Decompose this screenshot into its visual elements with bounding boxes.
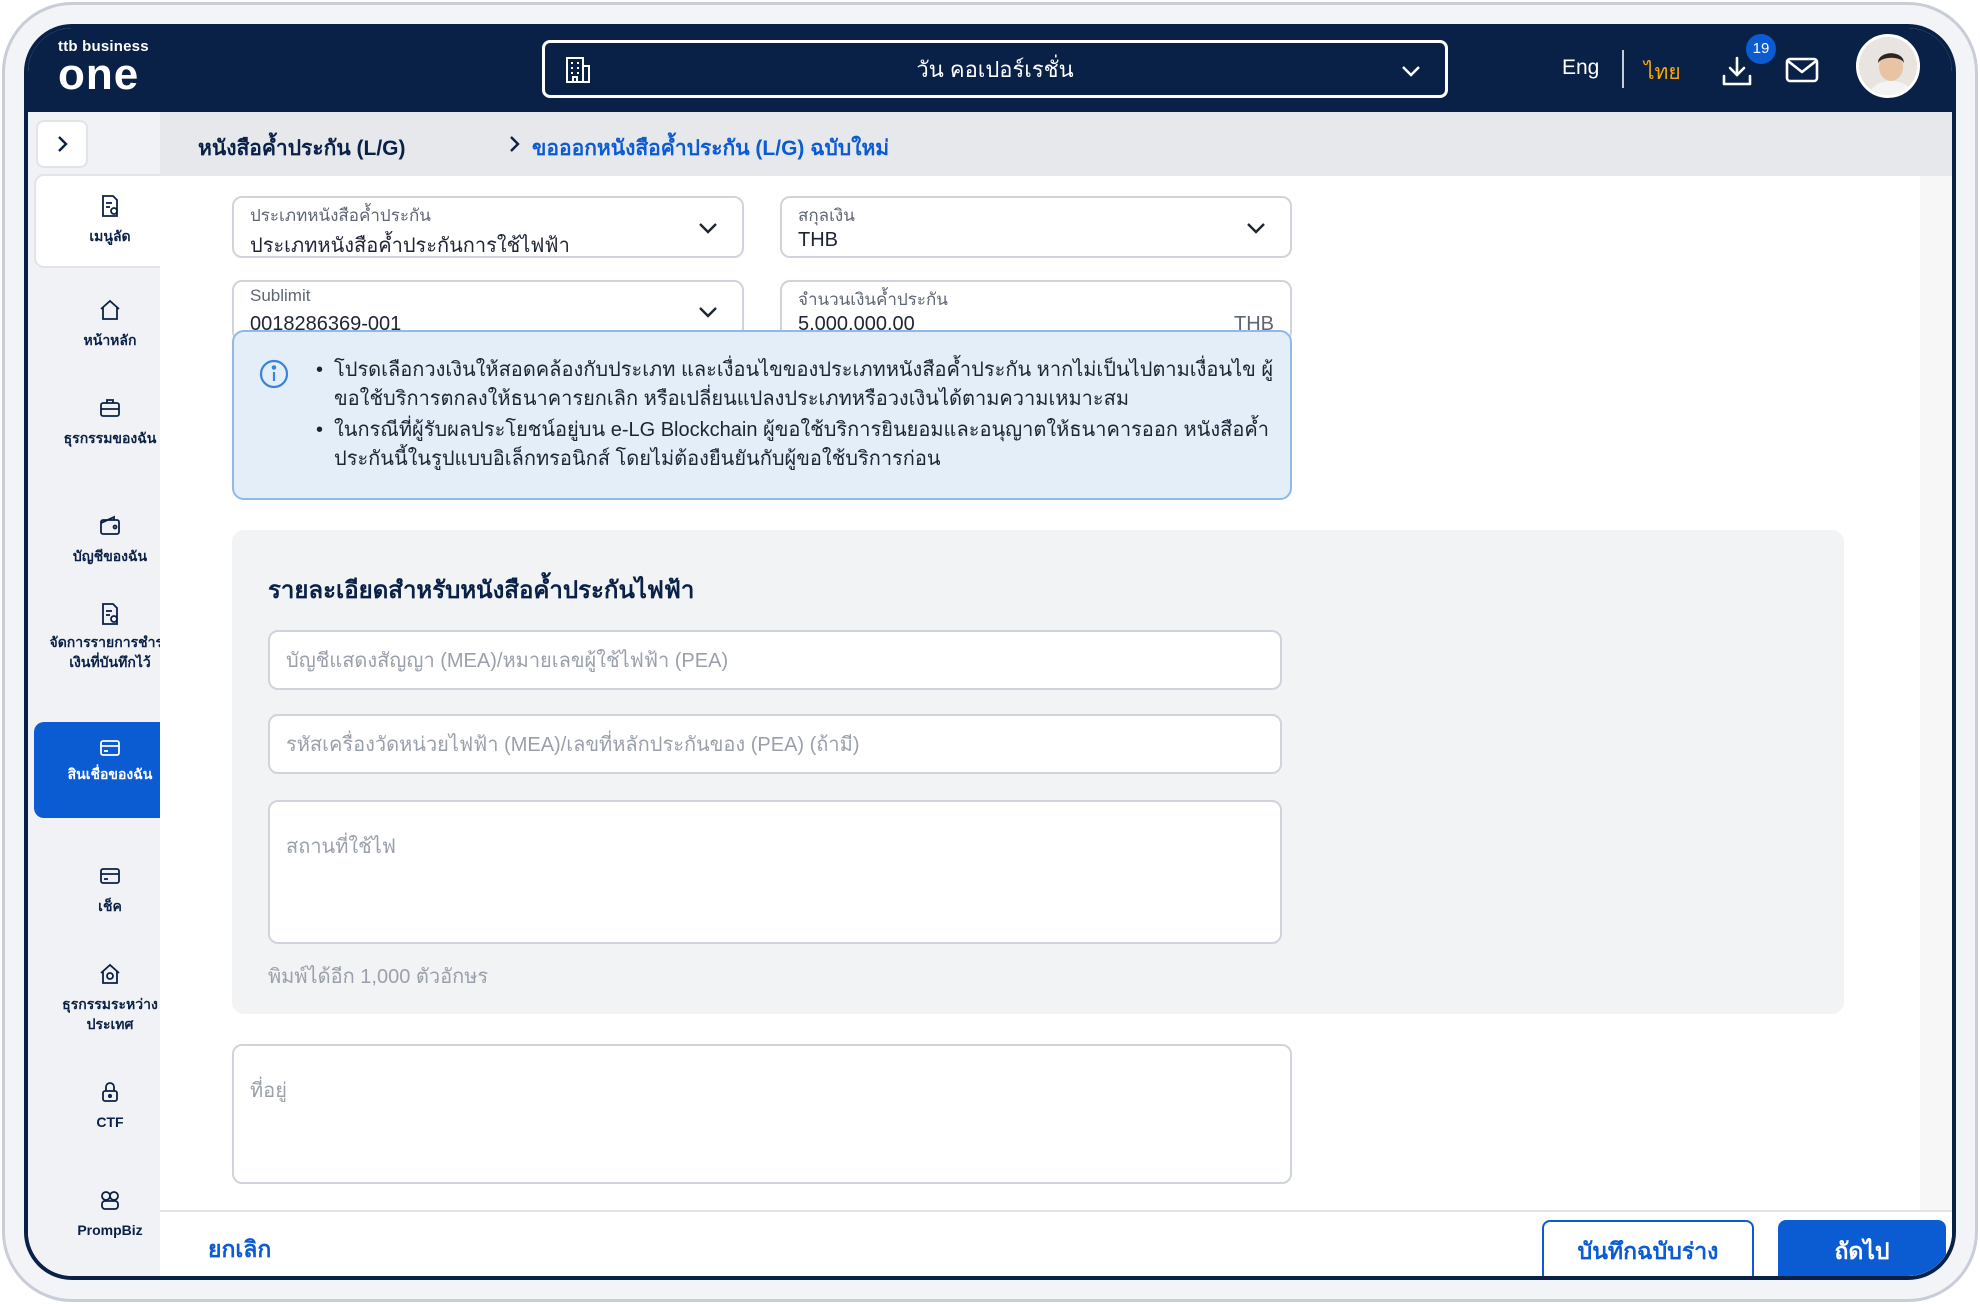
company-selector[interactable]: วัน คอเปอร์เรชั่น bbox=[542, 40, 1448, 98]
input-placeholder: ที่อยู่ bbox=[250, 1080, 287, 1102]
sidebar-item-label: เมนูลัด bbox=[89, 228, 131, 244]
download-count-badge: 19 bbox=[1744, 32, 1778, 66]
saved-payment-icon bbox=[102, 603, 118, 625]
breadcrumb-current: ขอออกหนังสือค้ำประกัน (L/G) ฉบับใหม่ bbox=[532, 137, 890, 160]
info-icon bbox=[259, 359, 289, 389]
address-textarea[interactable]: ที่อยู่ bbox=[232, 1044, 1292, 1184]
language-thai-button[interactable]: ไทย bbox=[1644, 56, 1681, 89]
document-shortcut-icon bbox=[102, 195, 118, 217]
field-label: Sublimit bbox=[250, 286, 311, 305]
avatar-image bbox=[1859, 37, 1917, 95]
cheque-icon bbox=[100, 868, 120, 884]
section-title: รายละเอียดสำหรับหนังสือค้ำประกันไฟฟ้า bbox=[268, 577, 695, 604]
cancel-button[interactable]: ยกเลิก bbox=[208, 1232, 271, 1268]
field-label: สกุลเงิน bbox=[798, 206, 855, 225]
character-counter: พิมพ์ได้อีก 1,000 ตัวอักษร bbox=[268, 966, 489, 988]
mail-icon[interactable] bbox=[1784, 54, 1820, 86]
top-bar: ttb business one วัน คอเปอร์เรชั่น Eng ไ… bbox=[28, 28, 1952, 112]
ttb-business-one-logo[interactable]: ttb business one bbox=[58, 38, 149, 99]
save-draft-button[interactable]: บันทึกฉบับร่าง bbox=[1542, 1220, 1754, 1276]
chevron-right-icon bbox=[510, 136, 520, 152]
lg-type-select[interactable]: ประเภทหนังสือค้ำประกัน ประเภทหนังสือค้ำป… bbox=[232, 196, 744, 258]
international-icon bbox=[100, 963, 120, 984]
sidebar-item-label: ธุรกรรมระหว่างประเทศ bbox=[62, 996, 158, 1032]
sidebar-item-label: หน้าหลัก bbox=[83, 332, 137, 348]
sidebar-item-label: ธุรกรรมของฉัน bbox=[63, 430, 157, 446]
wallet-icon bbox=[100, 515, 120, 535]
info-bullet: โปรดเลือกวงเงินให้สอดคล้องกับประเภท และเ… bbox=[316, 356, 1276, 414]
action-footer: ยกเลิก บันทึกฉบับร่าง ถัดไป bbox=[160, 1210, 1952, 1276]
chevron-down-icon bbox=[1247, 223, 1265, 234]
sidebar-item-label: เช็ค bbox=[98, 898, 122, 914]
chevron-right-icon bbox=[58, 136, 68, 152]
logo-wordmark: one bbox=[58, 50, 140, 99]
chevron-down-icon bbox=[699, 223, 717, 234]
input-placeholder: สถานที่ใช้ไฟ bbox=[286, 836, 396, 858]
sidebar-item-label: CTF bbox=[96, 1114, 124, 1130]
briefcase-icon bbox=[100, 399, 120, 417]
sidebar-expand-button[interactable] bbox=[36, 120, 88, 168]
user-avatar[interactable] bbox=[1856, 34, 1920, 98]
electricity-account-input[interactable]: บัญชีแสดงสัญญา (MEA)/หมายเลขผู้ใช้ไฟฟ้า … bbox=[268, 630, 1282, 690]
home-icon bbox=[100, 299, 120, 320]
breadcrumb: หนังสือค้ำประกัน (L/G) ขอออกหนังสือค้ำปร… bbox=[160, 112, 1952, 176]
meter-code-input[interactable]: รหัสเครื่องวัดหน่วยไฟฟ้า (MEA)/เลขที่หลั… bbox=[268, 714, 1282, 774]
currency-select[interactable]: สกุลเงิน THB bbox=[780, 196, 1292, 258]
sidebar-item-label: จัดการรายการชำระเงินที่บันทึกไว้ bbox=[49, 634, 171, 670]
info-notice: โปรดเลือกวงเงินให้สอดคล้องกับประเภท และเ… bbox=[232, 330, 1292, 500]
next-button[interactable]: ถัดไป bbox=[1778, 1220, 1946, 1276]
building-icon bbox=[566, 57, 590, 83]
breadcrumb-parent-link[interactable]: หนังสือค้ำประกัน (L/G) bbox=[198, 132, 406, 165]
field-value: ประเภทหนังสือค้ำประกันการใช้ไฟฟ้า bbox=[250, 235, 570, 257]
app-window: ttb business one วัน คอเปอร์เรชั่น Eng ไ… bbox=[24, 24, 1956, 1280]
info-bullet: ในกรณีที่ผู้รับผลประโยชน์อยู่บน e-LG Blo… bbox=[316, 416, 1276, 474]
input-placeholder: รหัสเครื่องวัดหน่วยไฟฟ้า (MEA)/เลขที่หลั… bbox=[286, 734, 860, 756]
language-divider bbox=[1622, 50, 1624, 88]
electricity-details-section: รายละเอียดสำหรับหนังสือค้ำประกันไฟฟ้า บั… bbox=[232, 530, 1844, 1014]
prompbiz-icon bbox=[101, 1191, 119, 1210]
form-content: ประเภทหนังสือค้ำประกัน ประเภทหนังสือค้ำป… bbox=[160, 176, 1920, 1210]
company-name: วัน คอเปอร์เรชั่น bbox=[916, 56, 1074, 82]
sidebar-item-label: PrompBiz bbox=[77, 1222, 143, 1238]
chevron-down-icon bbox=[1402, 66, 1420, 77]
info-list: โปรดเลือกวงเงินให้สอดคล้องกับประเภท และเ… bbox=[316, 356, 1276, 476]
chevron-down-icon bbox=[699, 307, 717, 318]
loan-card-icon bbox=[100, 740, 120, 756]
field-label: จำนวนเงินค้ำประกัน bbox=[798, 290, 948, 309]
usage-location-textarea[interactable]: สถานที่ใช้ไฟ bbox=[268, 800, 1282, 944]
input-placeholder: บัญชีแสดงสัญญา (MEA)/หมายเลขผู้ใช้ไฟฟ้า … bbox=[286, 650, 729, 672]
language-english-button[interactable]: Eng bbox=[1562, 56, 1599, 80]
field-label: ประเภทหนังสือค้ำประกัน bbox=[250, 206, 431, 225]
field-value: THB bbox=[798, 229, 838, 251]
sidebar-item-label: บัญชีของฉัน bbox=[72, 548, 148, 564]
sidebar: เมนูลัด หน้าหลัก ธุรกรรมของฉัน บัญชีของฉ… bbox=[28, 112, 186, 1276]
main-area: หนังสือค้ำประกัน (L/G) ขอออกหนังสือค้ำปร… bbox=[160, 112, 1952, 1276]
sidebar-item-label: สินเชื่อของฉัน bbox=[67, 766, 153, 782]
lock-icon bbox=[102, 1082, 118, 1102]
